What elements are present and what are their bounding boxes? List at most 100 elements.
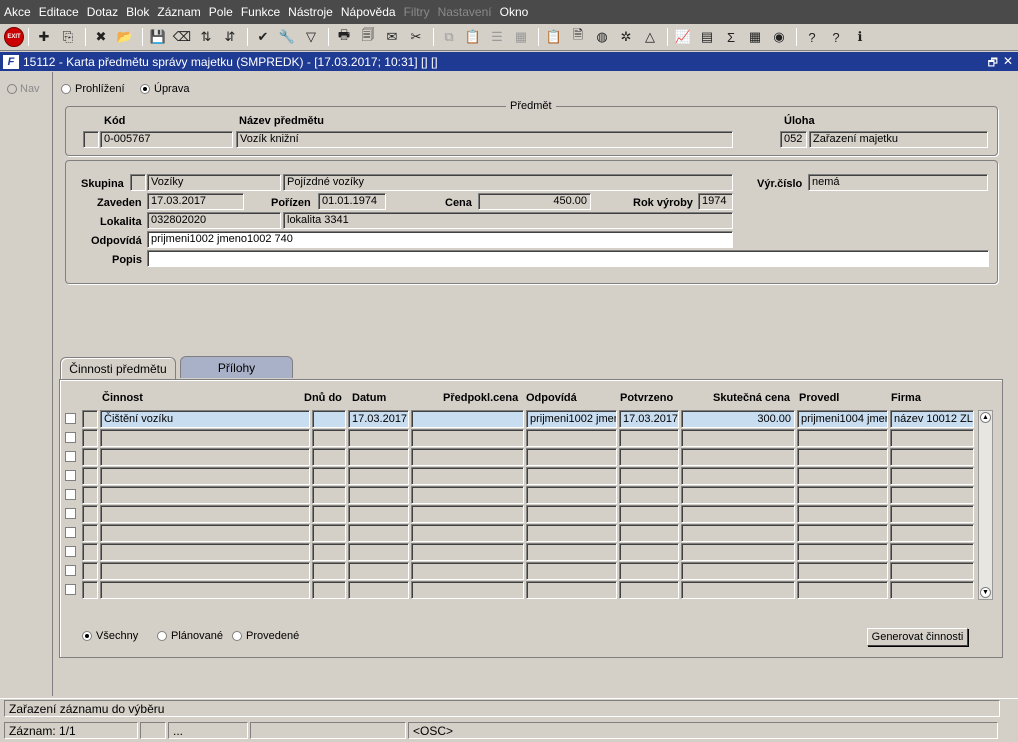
menu-item-4[interactable]: Záznam	[157, 5, 200, 19]
row-indicator[interactable]	[82, 448, 98, 466]
row-indicator[interactable]	[82, 467, 98, 485]
list-icon[interactable]: ☰	[486, 26, 508, 48]
skupina-field[interactable]: Vozíky	[147, 174, 281, 191]
commit-check-icon[interactable]: ✔	[252, 26, 274, 48]
paste-icon[interactable]: 📋	[462, 26, 484, 48]
cell-predpokl-cena[interactable]	[411, 581, 524, 599]
lokalita-code-field[interactable]: 032802020	[147, 212, 281, 229]
menu-item-1[interactable]: Editace	[39, 5, 79, 19]
print-icon[interactable]: 🖶	[333, 26, 355, 48]
cell-skutecna-cena[interactable]	[681, 505, 795, 523]
restore-icon[interactable]: 🗗	[988, 54, 998, 73]
mode-prohlizeni[interactable]: Prohlížení	[61, 83, 125, 95]
cell-skutecna-cena[interactable]	[681, 429, 795, 447]
scroll-up-icon[interactable]: ▲	[980, 412, 991, 423]
cell-firma[interactable]	[890, 562, 974, 580]
cell-datum[interactable]: 17.03.2017	[348, 410, 409, 428]
cell-predpokl-cena[interactable]	[411, 448, 524, 466]
cell-predpokl-cena[interactable]	[411, 486, 524, 504]
row-checkbox[interactable]	[65, 451, 76, 462]
cell-datum[interactable]	[348, 543, 409, 561]
mail-icon[interactable]: ✉	[381, 26, 403, 48]
clipboard-icon[interactable]: 📋	[543, 26, 565, 48]
cell-datum[interactable]	[348, 467, 409, 485]
new-record-icon[interactable]: ✚	[33, 26, 55, 48]
cell-potvrzeno[interactable]	[619, 448, 679, 466]
cell-provedl[interactable]	[797, 467, 888, 485]
cell-firma[interactable]	[890, 448, 974, 466]
cell-firma[interactable]	[890, 524, 974, 542]
row-checkbox[interactable]	[65, 508, 76, 519]
info-icon[interactable]: ℹ	[849, 26, 871, 48]
cell-datum[interactable]	[348, 429, 409, 447]
cell-firma[interactable]	[890, 505, 974, 523]
cell-skutecna-cena[interactable]	[681, 543, 795, 561]
row-indicator[interactable]	[82, 524, 98, 542]
cell-potvrzeno[interactable]	[619, 562, 679, 580]
cell-predpokl-cena[interactable]	[411, 429, 524, 447]
cell-dnu-do[interactable]	[312, 543, 346, 561]
cell-firma[interactable]	[890, 467, 974, 485]
menu-item-6[interactable]: Funkce	[241, 5, 280, 19]
cell-odpovida[interactable]	[526, 543, 617, 561]
cell-provedl[interactable]	[797, 543, 888, 561]
document-icon[interactable]: 🗎	[567, 26, 589, 48]
menu-item-2[interactable]: Dotaz	[87, 5, 118, 19]
cell-provedl[interactable]	[797, 505, 888, 523]
cena-field[interactable]: 450.00	[478, 193, 591, 210]
cell-skutecna-cena[interactable]: 300.00	[681, 410, 795, 428]
cell-dnu-do[interactable]	[312, 524, 346, 542]
provedene-radio[interactable]	[232, 631, 242, 641]
row-indicator[interactable]	[82, 505, 98, 523]
row-checkbox[interactable]	[65, 413, 76, 424]
grid-scrollbar[interactable]: ▲ ▼	[978, 410, 993, 600]
cell-cinnost[interactable]	[100, 448, 310, 466]
tree-icon[interactable]: ▦	[510, 26, 532, 48]
cell-dnu-do[interactable]	[312, 486, 346, 504]
cell-datum[interactable]	[348, 486, 409, 504]
cell-datum[interactable]	[348, 448, 409, 466]
cell-potvrzeno[interactable]	[619, 467, 679, 485]
nazev-field[interactable]: Vozík knižní	[236, 131, 733, 148]
row-indicator[interactable]	[82, 429, 98, 447]
mode-uprava[interactable]: Úprava	[140, 83, 189, 95]
cell-dnu-do[interactable]	[312, 562, 346, 580]
cell-skutecna-cena[interactable]	[681, 562, 795, 580]
cell-predpokl-cena[interactable]	[411, 505, 524, 523]
menu-item-5[interactable]: Pole	[209, 5, 233, 19]
cell-datum[interactable]	[348, 505, 409, 523]
cell-predpokl-cena[interactable]	[411, 410, 524, 428]
cell-skutecna-cena[interactable]	[681, 486, 795, 504]
sort-desc-icon[interactable]: ⇵	[219, 26, 241, 48]
row-checkbox[interactable]	[65, 489, 76, 500]
zaveden-field[interactable]: 17.03.2017	[147, 193, 244, 210]
cell-firma[interactable]	[890, 581, 974, 599]
settings-wheel-icon[interactable]: ✲	[615, 26, 637, 48]
menu-item-3[interactable]: Blok	[126, 5, 149, 19]
help-icon[interactable]: ?	[825, 26, 847, 48]
cell-dnu-do[interactable]	[312, 467, 346, 485]
row-indicator[interactable]	[82, 486, 98, 504]
lokalita-field[interactable]: lokalita 3341	[283, 212, 733, 229]
web-icon[interactable]: ◉	[768, 26, 790, 48]
cell-odpovida[interactable]	[526, 581, 617, 599]
cell-firma[interactable]: název 10012 ZL	[890, 410, 974, 428]
scroll-down-icon[interactable]: ▼	[980, 587, 991, 598]
cell-cinnost[interactable]	[100, 581, 310, 599]
cell-skutecna-cena[interactable]	[681, 448, 795, 466]
skupina-code-field[interactable]	[130, 174, 146, 191]
save-icon[interactable]: 💾	[147, 26, 169, 48]
planovane-radio[interactable]	[157, 631, 167, 641]
cell-skutecna-cena[interactable]	[681, 581, 795, 599]
menu-item-11[interactable]: Okno	[500, 5, 529, 19]
cell-potvrzeno[interactable]	[619, 543, 679, 561]
generate-button[interactable]: Generovat činnosti	[867, 628, 968, 646]
open-folder-icon[interactable]: 📂	[114, 26, 136, 48]
cell-cinnost[interactable]	[100, 562, 310, 580]
excel-icon[interactable]: ▦	[744, 26, 766, 48]
menu-item-9[interactable]: Filtry	[404, 5, 430, 19]
cell-dnu-do[interactable]	[312, 448, 346, 466]
vsechny-radio[interactable]	[82, 631, 92, 641]
close-icon[interactable]: ✕	[1003, 54, 1013, 68]
odpovida-field[interactable]: prijmeni1002 jmeno1002 740	[147, 231, 733, 248]
